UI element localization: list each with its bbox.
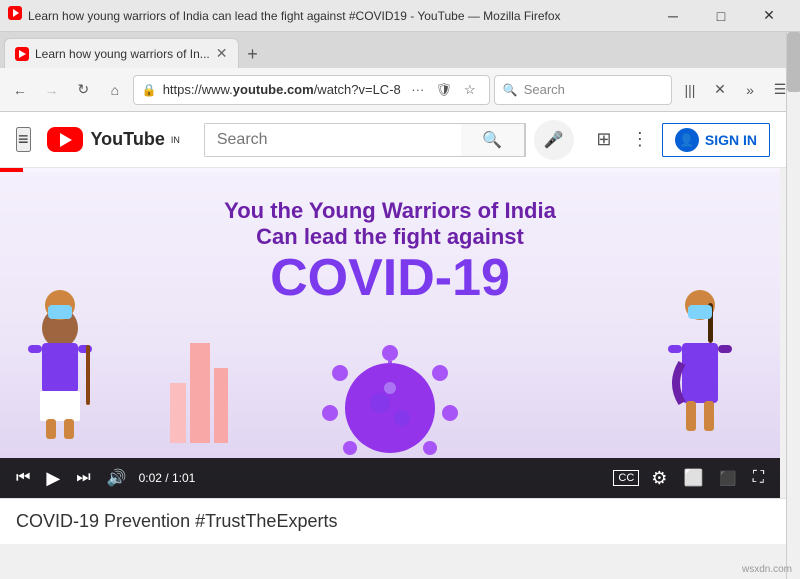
sign-in-button[interactable]: 👤 SIGN IN bbox=[662, 123, 770, 157]
security-icon: 🔒 bbox=[142, 83, 157, 97]
watermark: wsxdn.com bbox=[742, 564, 792, 575]
youtube-search-input[interactable] bbox=[205, 124, 461, 156]
youtube-header-right: ⊞ ⋮ 👤 SIGN IN bbox=[590, 123, 770, 157]
back-button[interactable]: ← bbox=[6, 76, 34, 104]
video-title-line2: Can lead the fight against bbox=[156, 224, 624, 250]
skip-forward-button[interactable]: ⏭ bbox=[72, 467, 94, 489]
sign-in-avatar-icon: 👤 bbox=[675, 128, 699, 152]
video-title-bar: COVID-19 Prevention #TrustTheExperts bbox=[0, 498, 786, 544]
video-progress-fill bbox=[0, 168, 23, 172]
youtube-apps-button[interactable]: ⊞ bbox=[590, 126, 618, 154]
close-button[interactable]: ✕ bbox=[746, 2, 792, 30]
window-title: Learn how young warriors of India can le… bbox=[28, 9, 650, 23]
youtube-logo-icon bbox=[47, 127, 83, 152]
url-path: /watch?v=LC-8 bbox=[314, 82, 401, 97]
main-content: ≡ YouTube IN 🔍 🎤 ⊞ bbox=[0, 112, 786, 544]
youtube-more-button[interactable]: ⋮ bbox=[626, 126, 654, 154]
character-left bbox=[20, 283, 120, 448]
miniplayer-button[interactable]: ⬛ bbox=[715, 468, 740, 489]
search-field-placeholder: Search bbox=[524, 82, 565, 97]
time-display: 0:02 / 1:01 bbox=[139, 471, 196, 485]
url-domain: youtube.com bbox=[233, 82, 314, 97]
new-tab-button[interactable]: + bbox=[239, 40, 267, 68]
buildings bbox=[160, 343, 240, 448]
character-right bbox=[660, 283, 760, 448]
captions-button[interactable]: CC bbox=[613, 470, 639, 486]
video-player[interactable]: You the Young Warriors of India Can lead… bbox=[0, 168, 780, 498]
more-options-button[interactable]: ··· bbox=[407, 79, 429, 101]
reload-button[interactable]: ↻ bbox=[69, 76, 97, 104]
total-time: 1:01 bbox=[172, 471, 195, 485]
browser-search-field[interactable]: 🔍 Search bbox=[494, 75, 672, 105]
overflow-button[interactable]: » bbox=[736, 76, 764, 104]
tab-bar: Learn how young warriors of In... ✕ + bbox=[0, 32, 800, 68]
hamburger-menu-button[interactable]: ≡ bbox=[16, 127, 31, 152]
search-icon: 🔍 bbox=[482, 130, 502, 150]
video-title-line1: You the Young Warriors of India bbox=[156, 198, 624, 224]
video-content: You the Young Warriors of India Can lead… bbox=[0, 168, 780, 498]
youtube-play-icon bbox=[60, 133, 72, 147]
settings-button[interactable]: ⚙ bbox=[647, 466, 671, 491]
volume-button[interactable]: 🔊 bbox=[103, 466, 131, 490]
browser-scrollbar[interactable] bbox=[786, 32, 800, 579]
video-title-overlay: You the Young Warriors of India Can lead… bbox=[156, 198, 624, 307]
video-title-big: COVID-19 bbox=[156, 250, 624, 307]
maximize-button[interactable]: □ bbox=[698, 2, 744, 30]
youtube-search-box[interactable]: 🔍 bbox=[204, 123, 526, 157]
forward-button[interactable]: → bbox=[38, 76, 66, 104]
synced-tabs-button[interactable]: ✕ bbox=[706, 76, 734, 104]
virus-illustration bbox=[310, 333, 470, 468]
youtube-logo-text: YouTube bbox=[91, 129, 165, 150]
mic-icon: 🎤 bbox=[544, 130, 564, 150]
url-prefix: https://www. bbox=[163, 82, 233, 97]
scrollbar-thumb[interactable] bbox=[787, 32, 800, 92]
title-favicon bbox=[8, 6, 22, 25]
fullscreen-button[interactable]: ⛶ bbox=[749, 467, 768, 489]
skip-back-button[interactable]: ⏮ bbox=[12, 467, 34, 489]
search-field-icon: 🔍 bbox=[503, 83, 518, 97]
video-page-title: COVID-19 Prevention #TrustTheExperts bbox=[16, 511, 337, 531]
toolbar-right: ||| ✕ » ☰ bbox=[676, 76, 794, 104]
active-tab[interactable]: Learn how young warriors of In... ✕ bbox=[4, 38, 239, 68]
home-button[interactable]: ⌂ bbox=[101, 76, 129, 104]
sign-in-label: SIGN IN bbox=[705, 132, 757, 148]
title-bar: Learn how young warriors of India can le… bbox=[0, 0, 800, 32]
video-controls-bar: ⏮ ▶ ⏭ 🔊 0:02 / 1:01 CC ⚙ ⬜ ⬛ ⛶ bbox=[0, 458, 780, 498]
video-progress-container[interactable] bbox=[0, 168, 780, 172]
tab-close-button[interactable]: ✕ bbox=[216, 45, 228, 62]
bookmarks-button[interactable]: ||| bbox=[676, 76, 704, 104]
time-separator: / bbox=[165, 471, 172, 485]
address-bar: ← → ↻ ⌂ 🔒 https://www.youtube.com/watch?… bbox=[0, 68, 800, 112]
youtube-mic-button[interactable]: 🎤 bbox=[534, 120, 574, 160]
minimize-button[interactable]: ─ bbox=[650, 2, 696, 30]
theater-mode-button[interactable]: ⬜ bbox=[679, 466, 707, 490]
tab-favicon bbox=[15, 47, 29, 61]
youtube-country-suffix: IN bbox=[171, 135, 180, 145]
shield-icon-button[interactable]: 🛡 bbox=[433, 79, 455, 101]
youtube-search-button[interactable]: 🔍 bbox=[461, 123, 525, 157]
url-bar[interactable]: 🔒 https://www.youtube.com/watch?v=LC-8 ·… bbox=[133, 75, 490, 105]
play-button[interactable]: ▶ bbox=[42, 466, 64, 491]
person-icon: 👤 bbox=[679, 133, 694, 147]
tab-title: Learn how young warriors of In... bbox=[35, 47, 210, 61]
url-text: https://www.youtube.com/watch?v=LC-8 bbox=[163, 82, 401, 97]
current-time: 0:02 bbox=[139, 471, 162, 485]
youtube-header: ≡ YouTube IN 🔍 🎤 ⊞ bbox=[0, 112, 786, 168]
youtube-logo[interactable]: YouTube IN bbox=[47, 127, 180, 152]
bookmark-button[interactable]: ☆ bbox=[459, 79, 481, 101]
